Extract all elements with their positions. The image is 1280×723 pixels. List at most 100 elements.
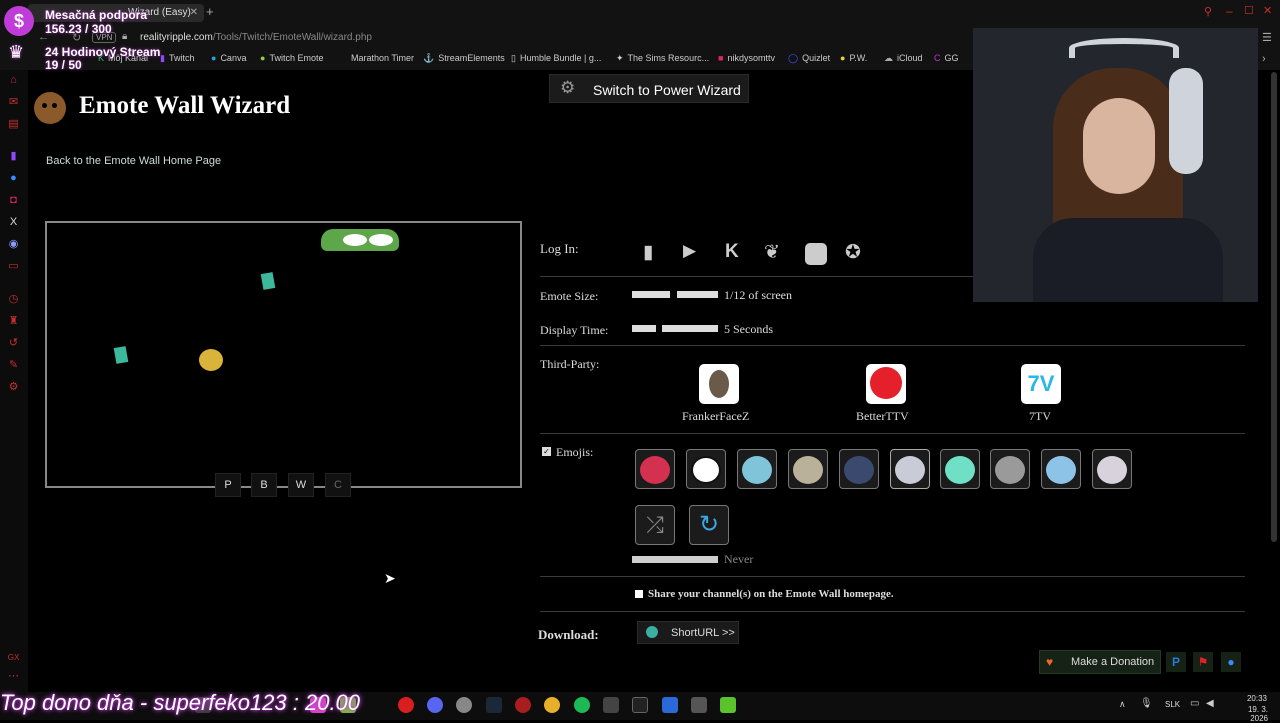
sidebar-icon-twitch[interactable]: ▮	[7, 150, 20, 163]
emoji-set-3[interactable]	[737, 449, 777, 489]
globe-icon	[646, 626, 658, 638]
tray-chevron-icon[interactable]: ∧	[1119, 699, 1126, 710]
emote-size-value: 1/12 of screen	[724, 288, 792, 302]
shuffle-slider[interactable]	[632, 556, 718, 563]
bookmark-item[interactable]: ● P.W.	[840, 53, 867, 63]
power-wizard-button[interactable]: ⚙ Switch to Power Wizard	[549, 74, 749, 103]
taskbar-app-icon[interactable]	[456, 697, 472, 713]
taskbar-app-icon[interactable]	[603, 697, 619, 713]
emoji-set-5[interactable]	[839, 449, 879, 489]
sidebar-icon-messenger[interactable]: ●	[7, 172, 20, 185]
dollar-icon: $	[4, 6, 34, 36]
emote-size-slider-right[interactable]	[677, 291, 718, 298]
url-field[interactable]: realityripple.com/Tools/Twitch/EmoteWall…	[140, 32, 372, 43]
search-icon[interactable]: ⚲	[1204, 5, 1212, 18]
sidebar-icon-history[interactable]: ↺	[7, 337, 20, 350]
dlive-login-icon[interactable]	[805, 243, 827, 265]
trovo-login-icon[interactable]: ❦	[764, 241, 790, 267]
display-time-slider-left[interactable]	[632, 325, 656, 332]
bookmark-label: P.W.	[849, 53, 868, 63]
menu-icon[interactable]: ☰	[1262, 31, 1272, 44]
bookmark-item[interactable]: ■ nikdysomttv	[718, 53, 775, 63]
frankerfacez-icon[interactable]	[699, 364, 739, 404]
taskbar-spotify-icon[interactable]	[574, 697, 590, 713]
taskbar-opera-icon[interactable]	[398, 697, 414, 713]
twitch-login-icon[interactable]: ▮	[643, 241, 669, 267]
emoji-set-2[interactable]	[686, 449, 726, 489]
share-checkbox[interactable]	[635, 590, 643, 598]
sidebar-icon-settings[interactable]: ⚙	[7, 381, 20, 394]
7tv-icon[interactable]: 7V	[1021, 364, 1061, 404]
emoji-set-7[interactable]	[940, 449, 980, 489]
refresh-icon[interactable]: ↻	[689, 505, 729, 545]
bookmark-item[interactable]: Marathon Timer	[351, 53, 414, 63]
preview-button-b[interactable]: B	[251, 473, 277, 497]
bookmark-item[interactable]: ● Twitch Emote	[260, 53, 323, 63]
language-indicator[interactable]: SLK	[1165, 700, 1180, 709]
page-scrollbar[interactable]	[1271, 72, 1277, 542]
sidebar-icon-news[interactable]: ▤	[7, 118, 20, 131]
bookmark-item[interactable]: ⚓ StreamElements	[423, 53, 505, 64]
paypal-icon[interactable]: P	[1166, 652, 1186, 672]
emoji-set-6[interactable]	[890, 449, 930, 489]
betterttv-icon[interactable]	[866, 364, 906, 404]
emoji-set-8[interactable]	[990, 449, 1030, 489]
display-time-label: Display Time:	[540, 323, 609, 337]
taskbar-steam-icon[interactable]	[486, 697, 502, 713]
bookmark-item[interactable]: ☁ iCloud	[884, 53, 923, 64]
bookmark-item[interactable]: C GG	[934, 53, 959, 63]
bookmark-item[interactable]: ▯ Humble Bundle | g...	[511, 53, 601, 64]
coffee-icon[interactable]: ●	[1221, 652, 1241, 672]
flag-icon[interactable]: ⚑	[1193, 652, 1213, 672]
taskbar-chrome-icon[interactable]	[544, 697, 560, 713]
preview-button-c[interactable]: C	[325, 473, 351, 497]
bookmark-item[interactable]: ◯ Quizlet	[788, 53, 830, 64]
emoji-set-1[interactable]	[635, 449, 675, 489]
preview-button-p[interactable]: P	[215, 473, 241, 497]
emote-size-slider-left[interactable]	[632, 291, 670, 298]
emoji-set-10[interactable]	[1092, 449, 1132, 489]
bookmark-item[interactable]: ✦ The Sims Resourc...	[616, 53, 709, 64]
shuffle-icon[interactable]: ⤮	[635, 505, 675, 545]
taskbar-discord-icon[interactable]	[427, 697, 443, 713]
taskbar-app-icon[interactable]	[691, 697, 707, 713]
shorturl-button[interactable]: ShortURL >>	[637, 621, 739, 644]
close-icon[interactable]: ✕	[190, 4, 198, 22]
window-close-icon[interactable]: ✕	[1263, 4, 1272, 17]
sidebar-icon-mail[interactable]: ✉	[7, 96, 20, 109]
sidebar-icon-x[interactable]: X	[7, 216, 20, 229]
emoji-set-4[interactable]	[788, 449, 828, 489]
display-time-slider-right[interactable]	[662, 325, 718, 332]
volume-icon[interactable]: ◀	[1206, 698, 1214, 709]
taskbar-terminal-icon[interactable]	[632, 697, 648, 713]
jedi-login-icon[interactable]: ✪	[845, 241, 871, 267]
sidebar-icon-discord[interactable]: ◉	[7, 238, 20, 251]
emoji-set-9[interactable]	[1041, 449, 1081, 489]
sidebar-icon-clock[interactable]: ◷	[7, 293, 20, 306]
taskbar-app-icon[interactable]	[662, 697, 678, 713]
youtube-login-icon[interactable]: ▶	[683, 241, 709, 267]
minimize-icon[interactable]: –	[1226, 4, 1233, 18]
microphone-icon[interactable]: 🎙︎	[1140, 698, 1153, 709]
sidebar-icon-gx[interactable]: GX	[7, 651, 20, 664]
sidebar-icon-home[interactable]: ⌂	[7, 74, 20, 87]
sidebar-icon-tv[interactable]: ▭	[7, 260, 20, 273]
chevron-right-icon[interactable]: ›	[1262, 53, 1266, 65]
bookmark-item[interactable]: ● Canva	[211, 53, 246, 63]
donate-button[interactable]: ♥ Make a Donation	[1039, 650, 1161, 674]
back-link[interactable]: Back to the Emote Wall Home Page	[46, 155, 221, 167]
kick-login-icon[interactable]: K	[725, 241, 751, 267]
sidebar-icon-notes[interactable]: ✎	[7, 359, 20, 372]
network-icon[interactable]: ▭	[1190, 698, 1199, 709]
emojis-checkbox[interactable]: ✓	[542, 447, 551, 456]
preview-button-w[interactable]: W	[288, 473, 314, 497]
sidebar-icon-instagram[interactable]: ◘	[7, 194, 20, 207]
new-tab-icon[interactable]: +	[206, 4, 214, 19]
maximize-icon[interactable]: ☐	[1244, 4, 1254, 17]
taskbar-app-icon[interactable]	[720, 697, 736, 713]
taskbar-app-icon[interactable]	[515, 697, 531, 713]
sidebar-icon-more[interactable]: ⋯	[7, 670, 20, 683]
sidebar-icon-bag[interactable]: ♜	[7, 315, 20, 328]
frankerfacez-label: FrankerFaceZ	[682, 409, 750, 423]
bookmark-item[interactable]: ▮ Twitch	[160, 53, 194, 64]
